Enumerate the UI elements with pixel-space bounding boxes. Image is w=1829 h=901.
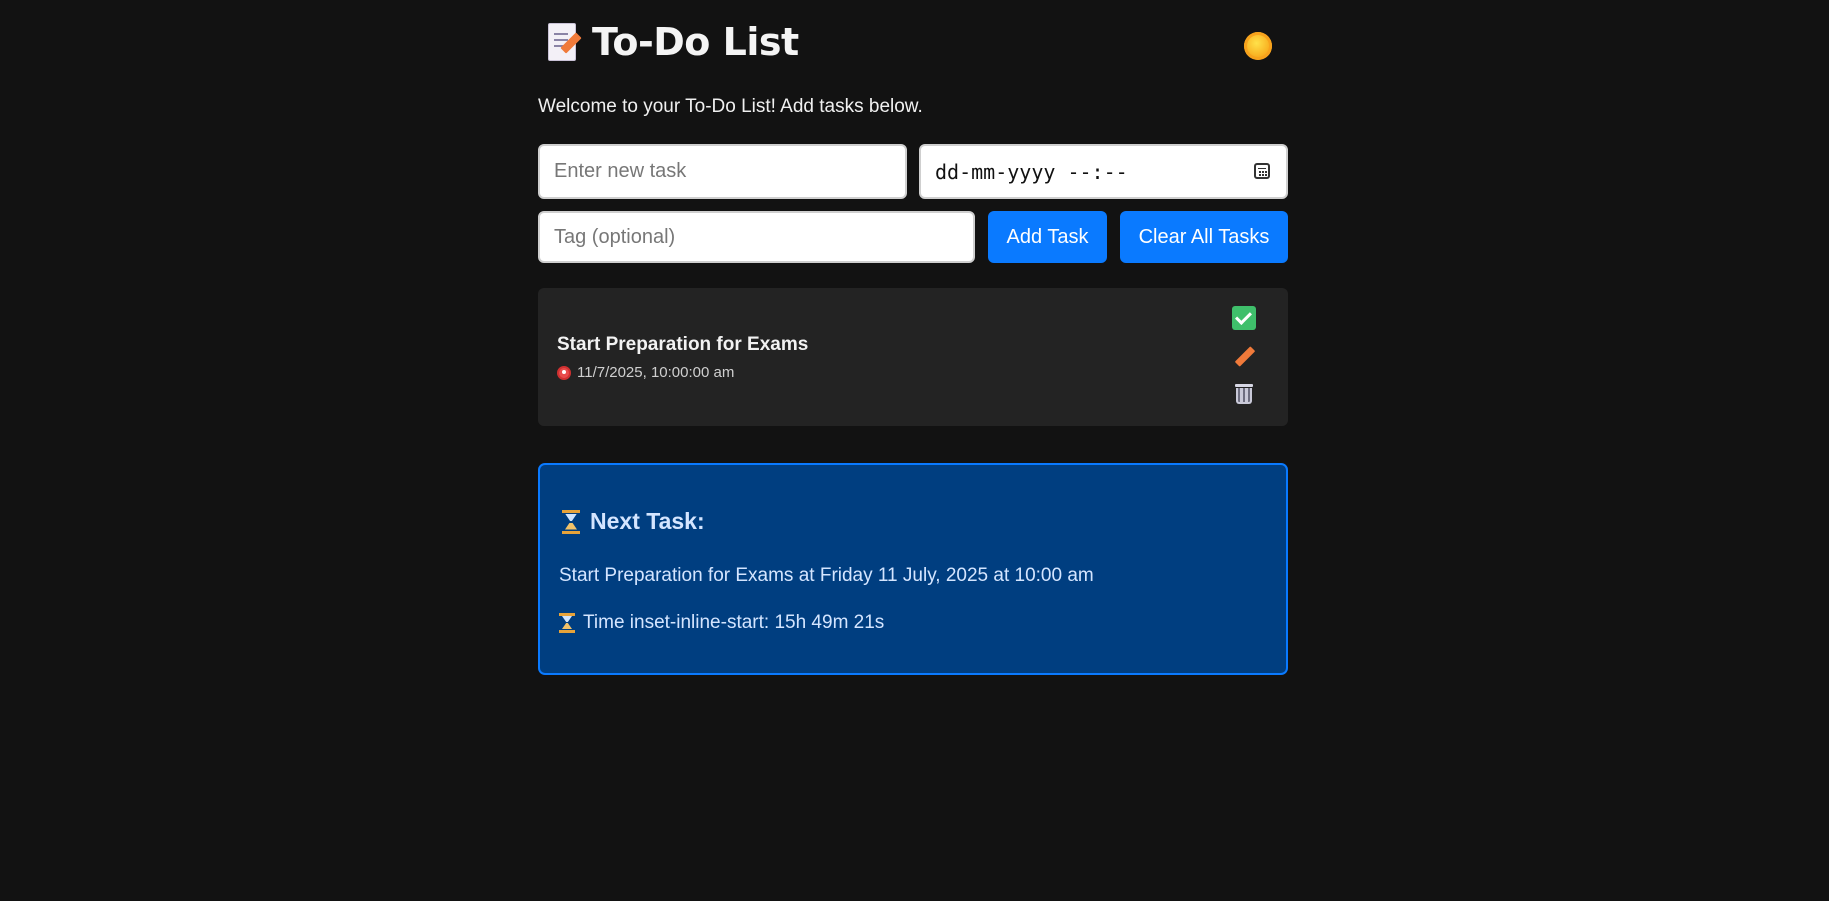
countdown-text: Time inset-inline-start: 15h 49m 21s [583, 612, 885, 633]
task-due-text: 11/7/2025, 10:00:00 am [577, 364, 735, 381]
clear-all-tasks-button[interactable]: Clear All Tasks [1120, 211, 1288, 263]
task-form-row-2: Add Task Clear All Tasks [538, 211, 1288, 263]
hourglass-icon [562, 509, 580, 534]
task-form-row-1: dd-mm-yyyy --:-- [538, 144, 1288, 199]
next-task-heading-text: Next Task: [590, 508, 705, 534]
task-due: 11/7/2025, 10:00:00 am [557, 364, 734, 381]
app-title: To-Do List [546, 20, 799, 64]
calendar-icon[interactable] [1254, 163, 1270, 179]
task-title: Start Preparation for Exams [557, 334, 809, 355]
datetime-input[interactable]: dd-mm-yyyy --:-- [919, 144, 1288, 199]
add-task-button[interactable]: Add Task [988, 211, 1107, 263]
datetime-placeholder: dd-mm-yyyy --:-- [935, 159, 1128, 184]
alarm-clock-icon [557, 365, 571, 380]
next-task-heading: Next Task: [562, 508, 705, 535]
page-title: To-Do List [592, 20, 799, 64]
sun-icon[interactable] [1244, 32, 1272, 60]
tag-input[interactable] [538, 211, 975, 263]
welcome-text: Welcome to your To-Do List! Add tasks be… [538, 96, 923, 117]
next-task-description: Start Preparation for Exams at Friday 11… [559, 565, 1094, 586]
memo-pencil-icon [546, 21, 582, 63]
countdown: Time inset-inline-start: 15h 49m 21s [559, 612, 884, 634]
task-input[interactable] [538, 144, 907, 199]
task-item [538, 288, 1288, 426]
check-icon[interactable] [1232, 306, 1256, 330]
hourglass-icon [559, 613, 575, 633]
header: To-Do List [538, 0, 1288, 96]
pencil-icon[interactable] [1232, 344, 1256, 368]
trash-icon[interactable] [1232, 382, 1256, 406]
app-container: To-Do List Welcome to your To-Do List! A… [538, 0, 1288, 675]
